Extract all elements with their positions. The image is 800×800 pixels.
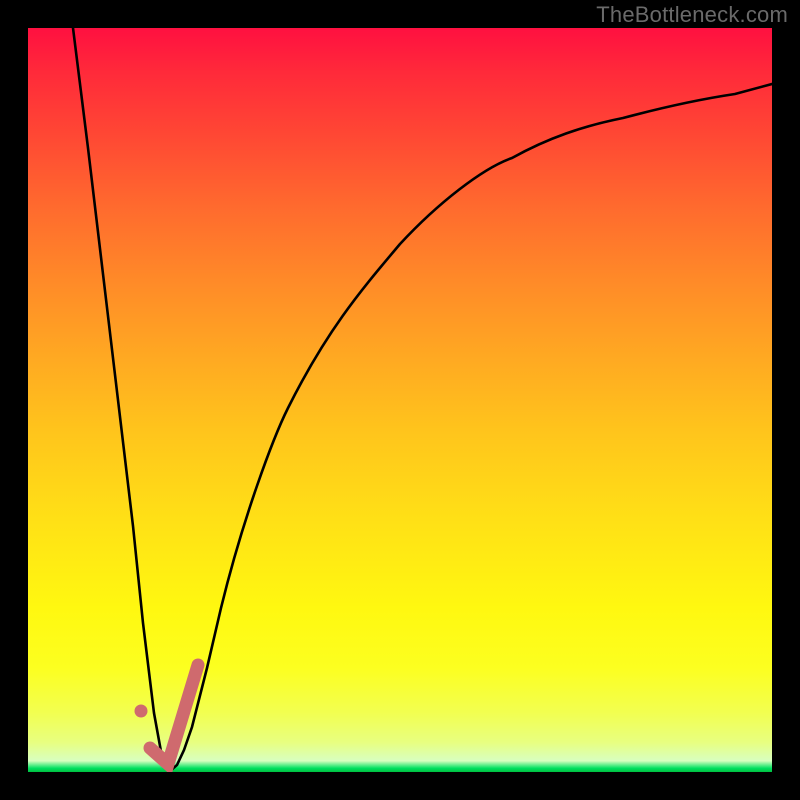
bottleneck-curve <box>73 28 772 772</box>
chart-frame: TheBottleneck.com <box>0 0 800 800</box>
marker-dot <box>135 705 148 718</box>
marker-hook <box>150 665 198 764</box>
bottleneck-curve-svg <box>28 28 772 772</box>
watermark-text: TheBottleneck.com <box>596 2 788 28</box>
plot-area <box>28 28 772 772</box>
